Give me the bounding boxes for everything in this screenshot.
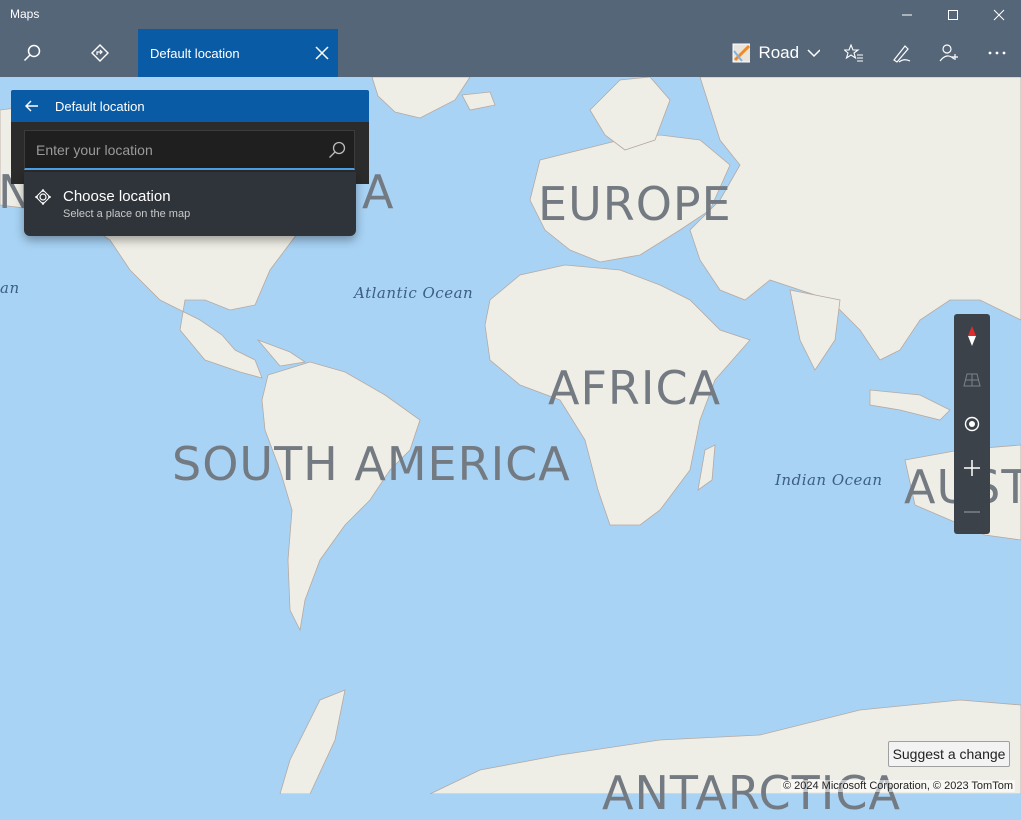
account-button[interactable] bbox=[925, 29, 973, 77]
road-map-icon bbox=[732, 43, 751, 63]
location-search-input[interactable] bbox=[25, 131, 325, 169]
maximize-button[interactable] bbox=[930, 0, 976, 29]
choose-location-subtitle: Select a place on the map bbox=[63, 208, 191, 220]
ink-button[interactable] bbox=[877, 29, 925, 77]
tab-default-location[interactable]: Default location bbox=[138, 29, 338, 77]
choose-location-icon bbox=[34, 188, 52, 211]
map-controls bbox=[954, 314, 990, 534]
compass-icon bbox=[968, 326, 976, 346]
label-south-america: SOUTH AMERICA bbox=[172, 437, 571, 491]
panel-header: Default location bbox=[11, 90, 369, 122]
zoom-in-button[interactable] bbox=[954, 446, 990, 490]
search-icon bbox=[23, 44, 41, 62]
directions-button[interactable] bbox=[76, 29, 124, 77]
chevron-down-icon bbox=[807, 49, 820, 58]
more-icon bbox=[988, 51, 1006, 55]
add-person-icon bbox=[939, 44, 958, 62]
label-pacific-fragment: an bbox=[0, 279, 20, 297]
suggest-change-button[interactable]: Suggest a change bbox=[888, 741, 1010, 767]
label-africa: AFRICA bbox=[548, 361, 722, 415]
zoom-out-button[interactable] bbox=[954, 490, 990, 534]
search-submit-button[interactable] bbox=[328, 141, 346, 164]
label-antarctica-fragment: ANTARCTICA bbox=[602, 766, 901, 820]
minimize-button[interactable] bbox=[884, 0, 930, 29]
close-icon bbox=[993, 9, 1005, 20]
map-style-dropdown[interactable]: Road bbox=[728, 29, 820, 77]
close-tab-button[interactable] bbox=[306, 29, 338, 77]
label-atlantic-ocean: Atlantic Ocean bbox=[354, 284, 474, 302]
close-icon bbox=[315, 46, 329, 60]
copyright-text: © 2024 Microsoft Corporation, © 2023 Tom… bbox=[780, 780, 1015, 792]
maximize-icon bbox=[948, 9, 958, 20]
back-arrow-icon bbox=[25, 100, 38, 112]
app-title: Maps bbox=[10, 7, 40, 21]
favorites-button[interactable] bbox=[830, 29, 878, 77]
minus-icon bbox=[964, 511, 980, 513]
label-europe: EUROPE bbox=[538, 177, 732, 231]
close-window-button[interactable] bbox=[976, 0, 1021, 29]
map-style-label: Road bbox=[758, 43, 800, 62]
label-indian-ocean: Indian Ocean bbox=[775, 471, 883, 489]
more-options-button[interactable] bbox=[973, 29, 1021, 77]
toolbar: Default location Road bbox=[0, 29, 1021, 77]
minimize-icon bbox=[902, 14, 912, 15]
my-location-button[interactable] bbox=[954, 402, 990, 446]
plus-icon bbox=[964, 460, 980, 476]
tab-label: Default location bbox=[150, 46, 240, 61]
favorites-icon bbox=[844, 44, 863, 62]
title-bar: Maps bbox=[0, 0, 1021, 29]
compass-button[interactable] bbox=[954, 314, 990, 358]
choose-location-title: Choose location bbox=[63, 188, 171, 205]
panel-title: Default location bbox=[55, 99, 145, 114]
pen-icon bbox=[893, 45, 911, 63]
directions-icon bbox=[91, 44, 109, 62]
back-button[interactable] bbox=[17, 90, 47, 122]
choose-location-option[interactable]: Choose location Select a place on the ma… bbox=[24, 172, 356, 236]
search-button[interactable] bbox=[8, 29, 56, 77]
search-icon bbox=[329, 141, 346, 158]
tilt-button[interactable] bbox=[954, 358, 990, 402]
location-search-box[interactable] bbox=[24, 130, 355, 170]
location-target-icon bbox=[964, 416, 980, 432]
tilt-grid-icon bbox=[963, 373, 981, 387]
